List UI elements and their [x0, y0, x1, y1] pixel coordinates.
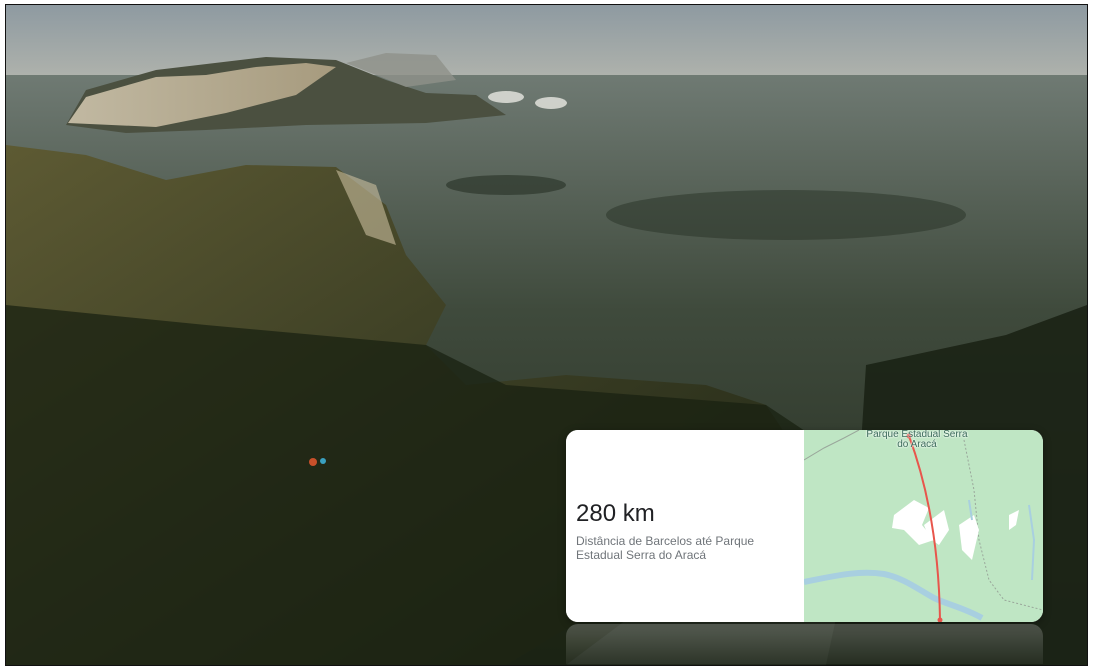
distance-description: Distância de Barcelos até Parque Estadua…	[576, 534, 755, 562]
distance-info-card[interactable]: 280 km Distância de Barcelos até Parque …	[566, 430, 1043, 622]
screen-frame: 280 km Distância de Barcelos até Parque …	[0, 0, 1093, 671]
map-graphic	[804, 430, 1043, 622]
distance-value: 280 km	[576, 500, 655, 527]
info-text-panel: 280 km Distância de Barcelos até Parque …	[566, 430, 804, 622]
route-map[interactable]: Parque Estadual Serra do Aracá	[804, 430, 1043, 622]
map-place-label: Parque Estadual Serra do Aracá	[866, 430, 968, 450]
